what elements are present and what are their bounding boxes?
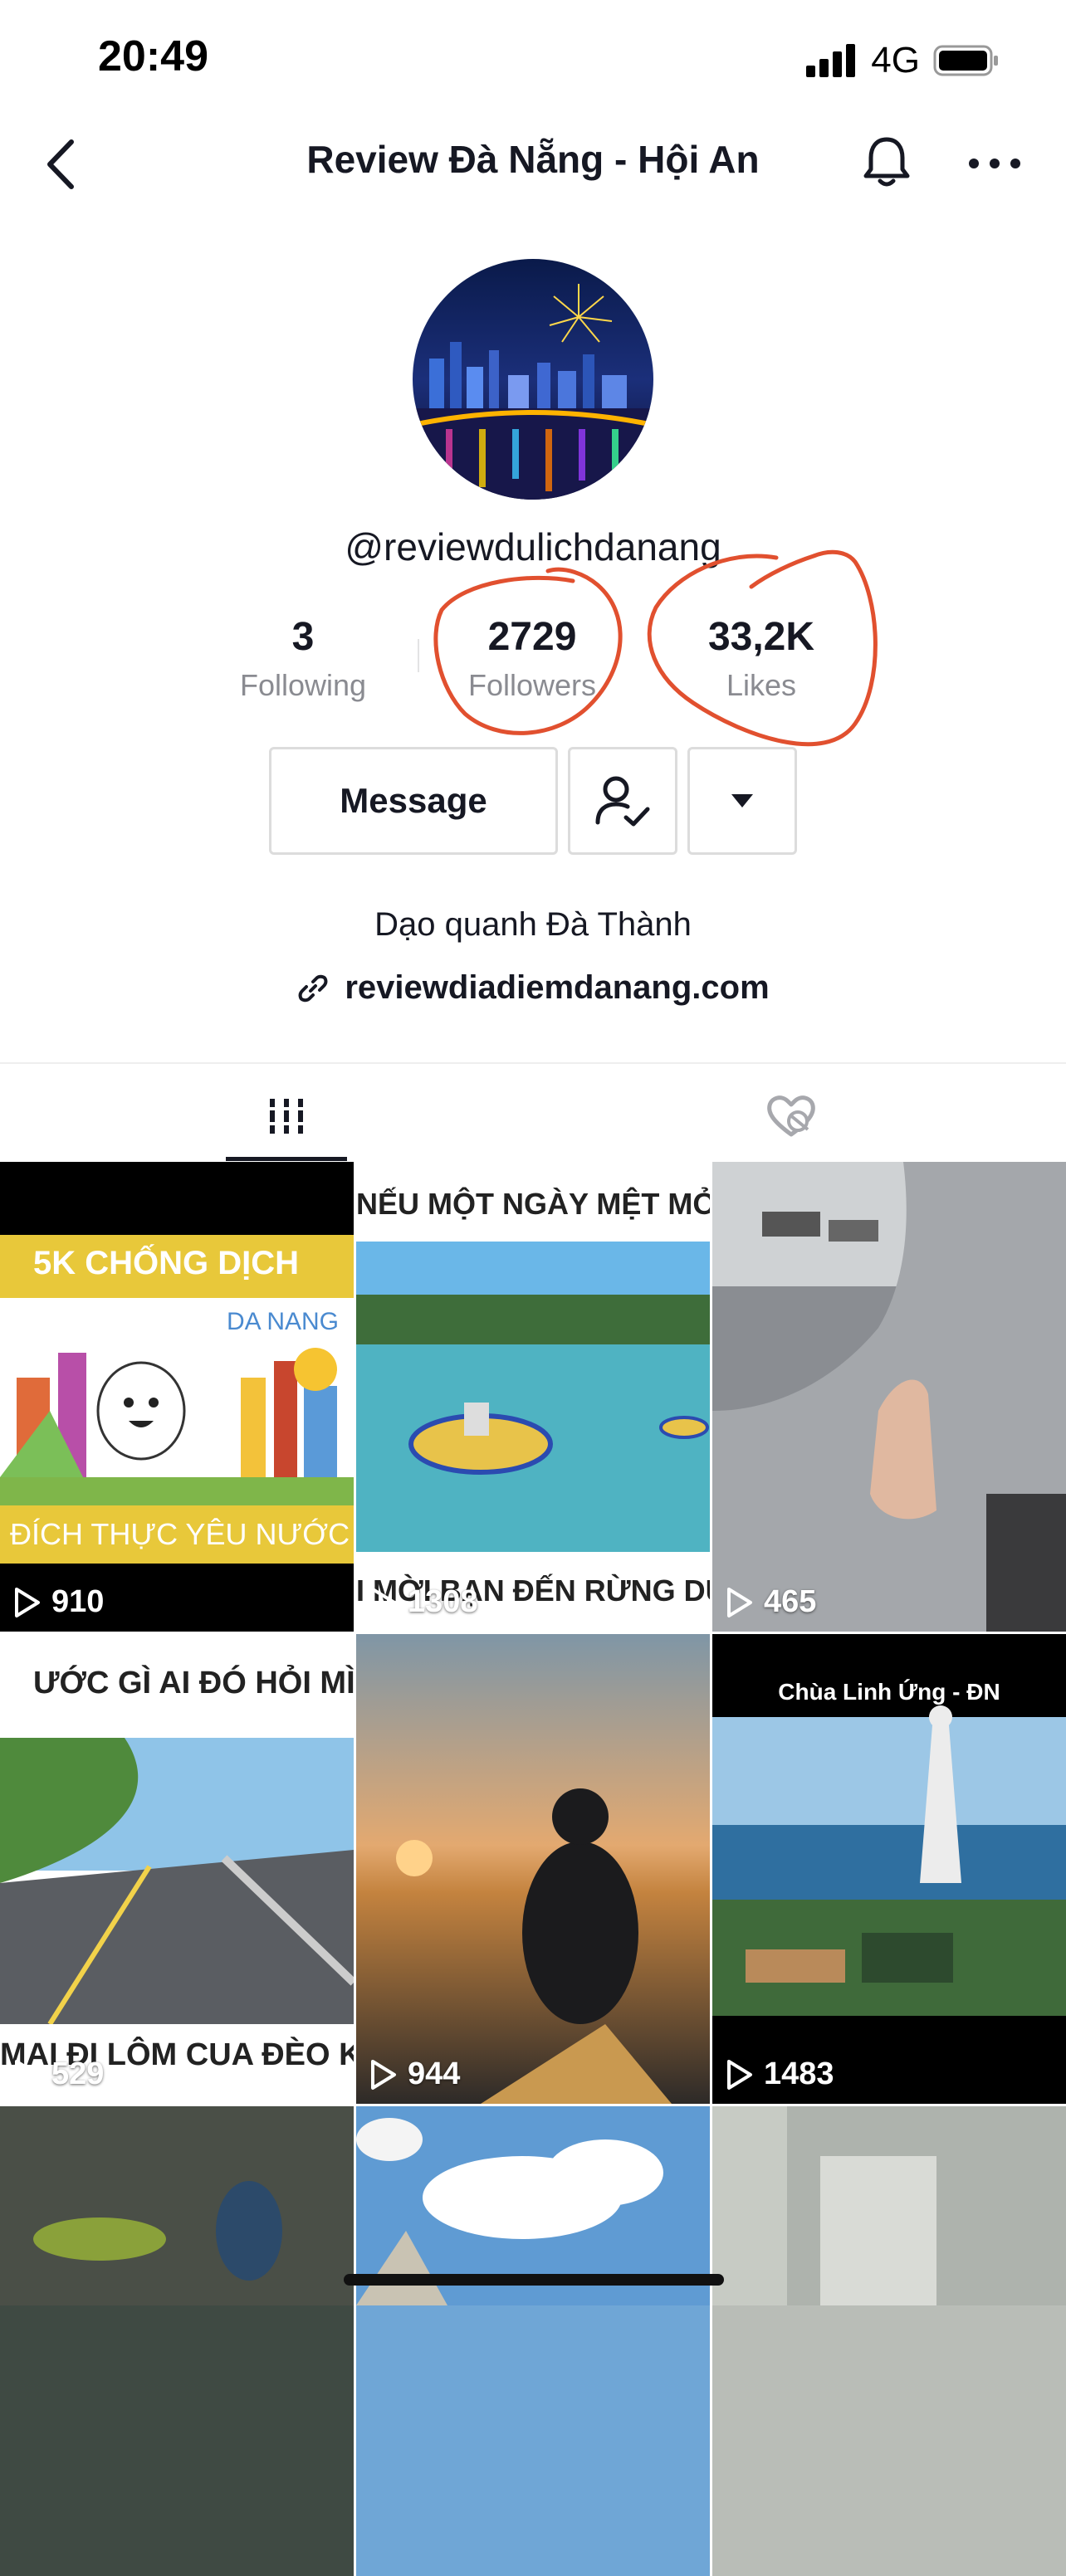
view-count: 1483: [764, 2056, 834, 2091]
thumbnail-art: [712, 2106, 1066, 2305]
status-icons: 4G: [806, 40, 1000, 81]
video-thumbnail-2[interactable]: NẾU MỘT NGÀY MỆT MỎI VỚI ĐỜ I MỜI BẠN ĐẾ…: [356, 1162, 710, 1632]
home-indicator[interactable]: [344, 2274, 724, 2286]
stat-divider: [418, 639, 419, 672]
thumbnail-art: [356, 1634, 710, 2104]
video-thumbnail-4[interactable]: ƯỚC GÌ AI ĐÓ HỎI MÌNH MAI ĐI LÔM CUA ĐÈO…: [0, 1634, 354, 2104]
active-tab-indicator: [226, 1157, 347, 1161]
video-thumbnail-7[interactable]: [0, 2106, 354, 2576]
video-caption-sub: DA NANG: [226, 1308, 339, 1335]
video-caption-top: NẾU MỘT NGÀY MỆT MỎI VỚI ĐỜ: [356, 1187, 710, 1221]
video-thumbnail-8[interactable]: [356, 2106, 710, 2576]
video-caption-top: Chùa Linh Ứng - ĐN: [778, 1679, 1000, 1705]
thumbnail-art: [0, 1235, 354, 1564]
avatar-image: [413, 259, 653, 500]
view-count: 910: [51, 1584, 105, 1619]
user-check-icon: [595, 776, 650, 827]
view-count: 465: [764, 1584, 817, 1619]
thumbnail-art: [356, 2106, 710, 2305]
play-icon: [727, 1587, 752, 1617]
network-label: 4G: [871, 40, 920, 80]
more-options-button[interactable]: [966, 149, 1024, 178]
video-thumbnail-3[interactable]: 465: [712, 1162, 1066, 1632]
video-views: 1483: [726, 2056, 834, 2092]
bio-link[interactable]: reviewdiadiemdanang.com: [0, 969, 1066, 1007]
video-views: 529: [13, 2056, 104, 2092]
video-caption-top: ƯỚC GÌ AI ĐÓ HỎI MÌNH: [33, 1666, 354, 1700]
video-caption-top: 5K CHỐNG DỊCH: [33, 1245, 300, 1281]
bio-link-text: reviewdiadiemdanang.com: [345, 969, 770, 1006]
tabs-divider: [0, 1062, 1066, 1064]
video-thumbnail-1[interactable]: 5K CHỐNG DỊCH DA NANG ĐÍCH THỰC YÊU NƯỚC…: [0, 1162, 354, 1632]
video-views: 944: [369, 2056, 460, 2092]
more-dots-icon: [969, 159, 1020, 168]
video-thumbnail-6[interactable]: Chùa Linh Ứng - ĐN 1483: [712, 1634, 1066, 2104]
signal-icon: [806, 44, 856, 77]
view-count: 944: [408, 2056, 461, 2091]
thumbnail-art: [0, 2106, 354, 2305]
play-icon: [371, 1587, 396, 1617]
status-time: 20:49: [98, 32, 208, 80]
stat-following[interactable]: 3 Following: [199, 614, 407, 703]
battery-icon: [933, 45, 998, 76]
following-status-button[interactable]: [568, 747, 677, 855]
annotation-circle-followers: [433, 567, 623, 735]
view-count: 529: [51, 2056, 105, 2091]
bio: Dạo quanh Đà Thành: [374, 906, 692, 943]
avatar[interactable]: [413, 259, 653, 500]
tab-videos[interactable]: [226, 1071, 347, 1162]
following-label: Following: [239, 668, 367, 702]
message-button[interactable]: Message: [269, 747, 558, 855]
play-icon: [15, 1587, 40, 1617]
play-icon: [371, 2059, 396, 2090]
play-icon: [727, 2059, 752, 2090]
link-icon: [298, 974, 328, 1002]
bell-icon: [863, 137, 910, 187]
play-icon: [15, 2059, 40, 2090]
video-views: 1308: [369, 1584, 478, 1620]
tab-liked-videos[interactable]: [731, 1071, 852, 1162]
video-views: 465: [726, 1584, 816, 1620]
thumbnail-art: [356, 1162, 710, 1632]
video-caption-bottom: ĐÍCH THỰC YÊU NƯỚC: [10, 1517, 350, 1551]
video-thumbnail-9[interactable]: [712, 2106, 1066, 2576]
hidden-heart-icon: [767, 1095, 815, 1137]
thumbnail-art: [712, 1162, 1066, 1632]
view-count: 1308: [408, 1584, 478, 1619]
grid-bars-icon: [267, 1099, 306, 1134]
thumbnail-art: [0, 1738, 354, 2104]
caret-down-icon: [731, 794, 753, 807]
following-count: 3: [291, 615, 315, 659]
video-views: 910: [13, 1584, 104, 1620]
notification-button[interactable]: [858, 133, 916, 191]
video-thumbnail-5[interactable]: 944: [356, 1634, 710, 2104]
annotation-circle-likes: [647, 549, 878, 747]
suggested-accounts-button[interactable]: [687, 747, 797, 855]
